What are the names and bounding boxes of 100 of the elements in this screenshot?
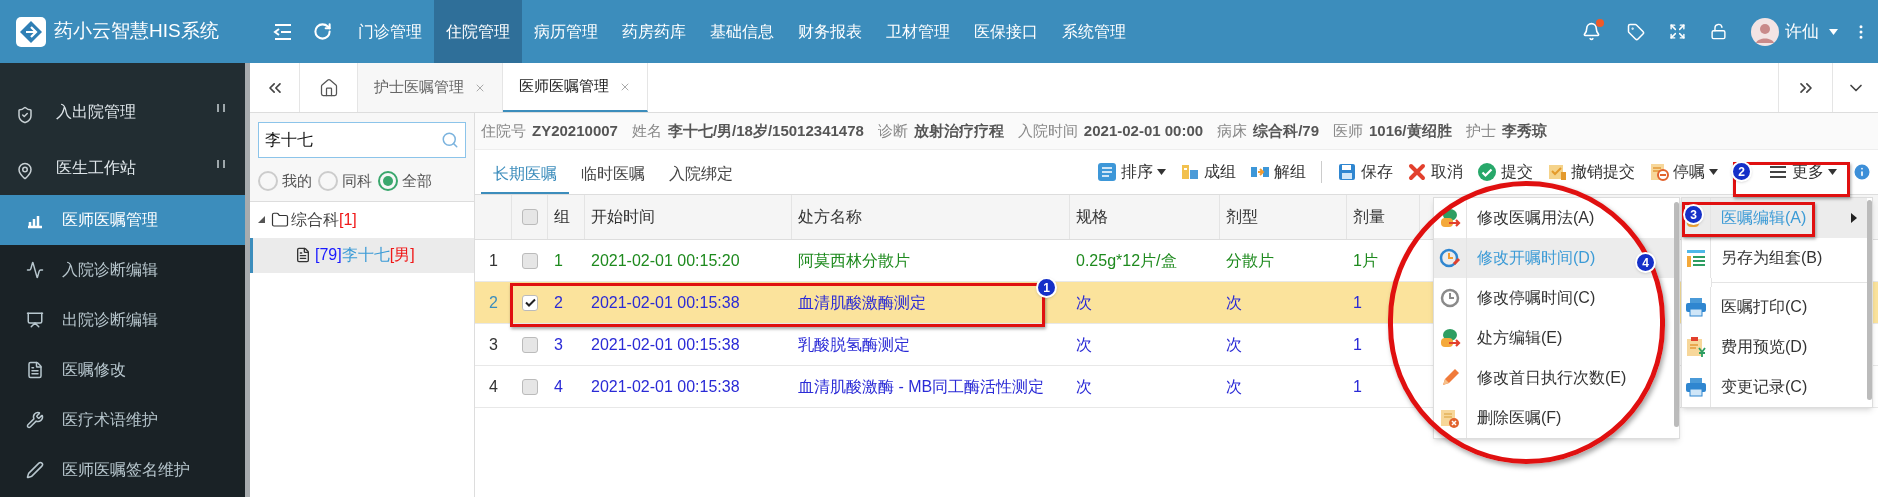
nav-tab[interactable]: 药房药库: [610, 0, 698, 63]
fullscreen-icon[interactable]: [1669, 23, 1686, 40]
nav-tab[interactable]: 门诊管理: [346, 0, 434, 63]
nav-tab[interactable]: 基础信息: [698, 0, 786, 63]
page-tab[interactable]: 医师医嘱管理: [503, 63, 648, 112]
table-cell-text: 2021-02-01 00:15:38: [590, 334, 741, 355]
app-title: 药小云智慧HIS系统: [54, 19, 219, 44]
column-header: 规格: [1070, 195, 1220, 239]
info-value: 放射治疗疗程: [913, 120, 1004, 141]
search-icon[interactable]: [441, 131, 459, 149]
capsule-arrow-icon: [1439, 207, 1461, 229]
toolbar-button[interactable]: 更多: [1761, 155, 1844, 189]
column-header: 开始时间: [585, 195, 792, 239]
table-cell-text: 1: [1352, 292, 1363, 313]
clock-icon: [1439, 247, 1461, 269]
patient-label: [79]李十七[男]: [315, 245, 415, 265]
sidebar-item[interactable]: 出院诊断编辑: [0, 295, 245, 345]
scope-radio[interactable]: 同科: [318, 170, 372, 193]
info-label: 姓名: [631, 120, 662, 141]
info-value: ZY20210007: [532, 120, 618, 141]
nav-tab[interactable]: 医保接口: [962, 0, 1050, 63]
document-delete-icon: [1439, 407, 1461, 429]
sidebar-group[interactable]: 入出院管理: [0, 63, 245, 139]
toolbar-button[interactable]: 撤销提交: [1540, 155, 1642, 189]
toolbar-button[interactable]: 停嘱: [1642, 155, 1725, 189]
nav-tab[interactable]: 卫材管理: [874, 0, 962, 63]
pen-icon: [26, 461, 44, 479]
row-checkbox[interactable]: [522, 336, 538, 353]
menu-item[interactable]: 变更记录(C): [1682, 367, 1867, 407]
menu-toggle-icon[interactable]: [273, 22, 293, 41]
location-pin-icon: [16, 162, 34, 180]
tree-node-label[interactable]: 综合科[1]: [291, 207, 357, 232]
check-circle-icon: [1477, 162, 1497, 182]
menu-item[interactable]: 费用预览(D): [1682, 327, 1867, 367]
document-icon: [26, 361, 44, 379]
info-label: 诊断: [877, 120, 908, 141]
toolbar-button[interactable]: 排序: [1090, 155, 1173, 189]
info-label: 医师: [1333, 120, 1363, 141]
sidebar-item[interactable]: 医师医嘱签名维护: [0, 445, 245, 495]
refresh-icon[interactable]: [313, 22, 332, 41]
table-cell-text: 次: [1075, 292, 1093, 313]
logo-icon: [16, 16, 46, 47]
select-all-checkbox[interactable]: [521, 209, 538, 225]
nav-tab[interactable]: 住院管理: [434, 0, 522, 63]
info-value: 综合科/79: [1253, 120, 1319, 141]
table-cell-text: 分散片: [1225, 250, 1275, 271]
toolbar-button[interactable]: 保存: [1330, 155, 1400, 189]
avatar-icon: [1751, 17, 1779, 46]
toolbar-button[interactable]: 成组: [1173, 155, 1243, 189]
table-cell-text: 次: [1075, 334, 1093, 355]
toolbar-button[interactable]: 取消: [1400, 155, 1470, 189]
user-menu[interactable]: 许仙: [1751, 17, 1838, 46]
sidebar-group[interactable]: 医生工作站: [0, 139, 245, 195]
tree-patient-item[interactable]: [79]李十七[男]: [250, 237, 474, 273]
nav-tab[interactable]: 系统管理: [1050, 0, 1138, 63]
info-value: 1016/黄绍胜: [1369, 120, 1452, 141]
tag-icon[interactable]: [1627, 22, 1645, 41]
info-value: 2021-02-01 00:00: [1083, 120, 1204, 141]
caret-icon: [1829, 28, 1838, 35]
row-checkbox[interactable]: [522, 378, 538, 395]
scope-radio[interactable]: 我的: [258, 170, 312, 193]
column-header: 剂型: [1220, 195, 1347, 239]
sidebar-item[interactable]: 医嘱修改: [0, 345, 245, 395]
expand-triangle-icon[interactable]: [258, 216, 265, 223]
document-check-icon: [1547, 162, 1567, 182]
sort-icon: [1097, 162, 1117, 182]
patient-search-field[interactable]: 李十七: [258, 122, 466, 158]
column-header: 组: [548, 195, 585, 239]
table-cell-text: 次: [1225, 292, 1243, 313]
presentation-board-icon: [26, 311, 44, 329]
nav-tab[interactable]: 病历管理: [522, 0, 610, 63]
nav-tab[interactable]: 财务报表: [786, 0, 874, 63]
row-checkbox[interactable]: [522, 294, 538, 311]
table-cell-text: 1: [1352, 334, 1363, 355]
document-icon: [295, 247, 311, 263]
table-cell-text: 血清肌酸激酶 - MB同工酶活性测定: [797, 376, 1046, 397]
table-cell-text: 3: [553, 334, 564, 355]
wrench-icon: [26, 411, 44, 429]
info-label: 入院时间: [1017, 120, 1078, 141]
sidebar-item[interactable]: 医疗术语维护: [0, 395, 245, 445]
toolbar-button[interactable]: 解组: [1243, 155, 1313, 189]
notification-bell-icon[interactable]: [1582, 22, 1601, 41]
toolbar-button[interactable]: 提交: [1470, 155, 1540, 189]
table-cell-text: 2021-02-01 00:15:38: [590, 292, 741, 313]
sidebar-item[interactable]: 入院诊断编辑: [0, 245, 245, 295]
menu-item[interactable]: 医嘱打印(C): [1682, 287, 1867, 327]
order-tab[interactable]: 临时医嘱: [569, 150, 657, 194]
sidebar-item[interactable]: 医师医嘱管理: [0, 195, 245, 245]
row-checkbox[interactable]: [522, 252, 538, 269]
info-value: 李十七/男/18岁/15012341478: [667, 120, 864, 141]
info-icon[interactable]: [1852, 162, 1872, 182]
printer-icon: [1685, 376, 1707, 398]
order-tab[interactable]: 入院绑定: [657, 150, 745, 194]
column-header: 剂量: [1347, 195, 1420, 239]
table-cell-text: 1: [1352, 376, 1363, 397]
scope-radio[interactable]: 全部: [378, 170, 432, 193]
lock-icon[interactable]: [1710, 23, 1727, 40]
page-tab[interactable]: 护士医嘱管理: [358, 63, 503, 112]
menu-item[interactable]: 另存为组套(B): [1682, 238, 1867, 278]
blocks-icon: [1180, 162, 1200, 182]
